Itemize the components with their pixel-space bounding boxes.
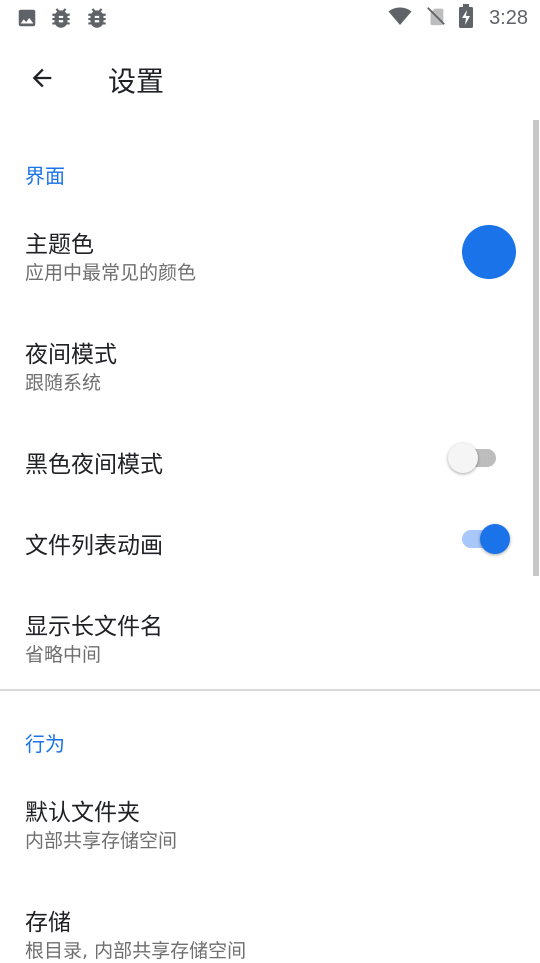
switch-thumb	[480, 524, 510, 554]
toolbar: 设置	[0, 36, 540, 122]
black-night-mode-switch[interactable]	[448, 439, 502, 475]
back-button[interactable]	[20, 58, 64, 102]
status-bar-right: 3:28	[387, 4, 528, 32]
storage-summary: 根目录, 内部共享存储空间	[25, 940, 247, 962]
scrollbar[interactable]	[533, 120, 539, 576]
battery-charging-icon	[459, 4, 474, 32]
theme-color-summary: 应用中最常见的颜色	[25, 262, 197, 284]
file-list-animation-title: 文件列表动画	[25, 533, 163, 559]
show-long-file-name-title: 显示长文件名	[25, 614, 163, 640]
file-list-animation-switch[interactable]	[458, 520, 512, 556]
night-mode-summary: 跟随系统	[25, 372, 102, 394]
show-long-file-name-summary: 省略中间	[25, 644, 102, 666]
page-title: 设置	[108, 65, 165, 98]
image-icon	[16, 7, 38, 33]
default-folder-title: 默认文件夹	[25, 800, 140, 826]
theme-color-swatch[interactable]	[462, 225, 516, 279]
status-time: 3:28	[489, 6, 528, 29]
night-mode-title: 夜间模式	[25, 342, 117, 368]
default-folder-summary: 内部共享存储空间	[25, 830, 178, 852]
bug-icon	[84, 5, 110, 35]
no-sim-icon	[425, 4, 447, 32]
theme-color-title: 主题色	[25, 232, 94, 258]
wifi-icon	[387, 4, 413, 32]
switch-thumb	[448, 443, 478, 473]
section-header-interface: 界面	[25, 164, 65, 188]
section-divider	[0, 689, 540, 691]
storage-title: 存储	[25, 910, 71, 936]
black-night-mode-title: 黑色夜间模式	[25, 452, 163, 478]
status-bar: 3:28	[0, 0, 540, 36]
status-bar-left	[16, 5, 110, 35]
section-header-behavior: 行为	[25, 732, 65, 756]
arrow-back-icon	[28, 64, 56, 96]
bug-icon	[48, 5, 74, 35]
